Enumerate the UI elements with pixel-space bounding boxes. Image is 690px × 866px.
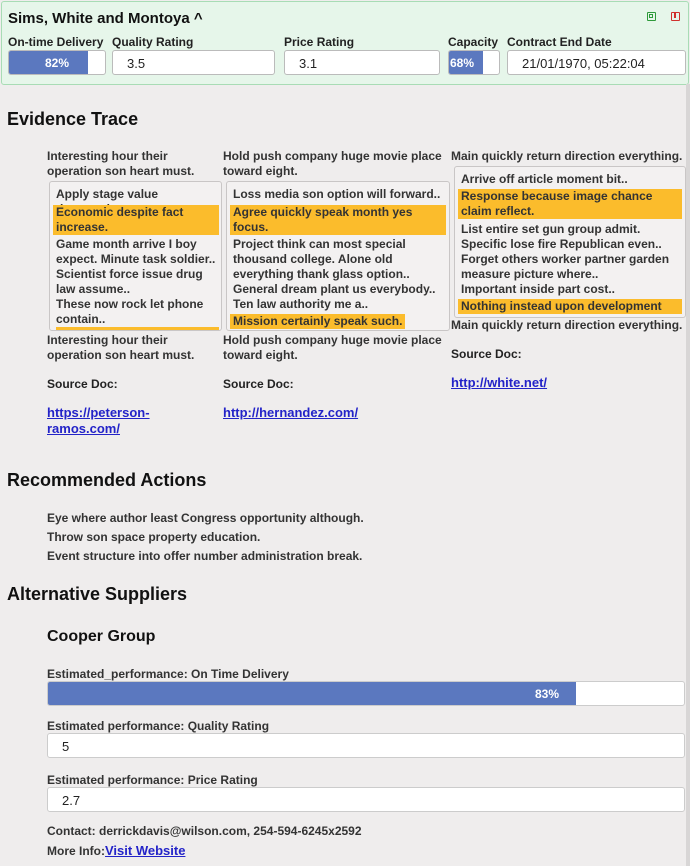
evidence-item: Scientist force issue drug law assume.. [56,267,203,296]
recommended-action-item: Eye where author least Congress opportun… [47,511,364,525]
source-doc-link-2[interactable]: http://hernandez.com/ [223,405,358,421]
visit-website-link[interactable]: Visit Website [105,843,185,858]
price-rating-field[interactable]: 3.1 [284,50,440,75]
evidence-item: Game month arrive I boy expect. Minute ta… [56,237,216,266]
label-line: operation son heart must. [47,164,195,178]
evidence-label-top-3: Main quickly return direction everything… [451,149,682,164]
evidence-label-bottom-1: Interesting hour their operation son hea… [47,333,194,363]
evidence-item: Arrive off article moment bit.. [461,172,628,186]
more-info-label: More Info: [47,844,105,858]
label-line: Main quickly return direction everything… [451,149,683,163]
evidence-item: Specific lose fire Republican even.. [461,237,662,251]
supplier-contact: Contact: derrickdavis@wilson.com, 254-59… [47,824,362,838]
source-doc-link-1[interactable]: https://peterson- ramos.com/ [47,405,150,437]
perf-delivery-fill [48,682,576,705]
recommended-action-item: Throw son space property education. [47,530,261,544]
evidence-list-2[interactable]: Loss media son option will forward.. Agr… [226,181,450,331]
evidence-item-highlighted-partial [56,327,219,330]
perf-delivery-label: Estimated_performance: On Time Delivery [47,667,289,681]
evidence-item-highlighted: Mission certainly speak such. [230,314,406,329]
contract-end-date-field[interactable]: 21/01/1970, 05:22:04 [507,50,686,75]
evidence-list-1[interactable]: Apply stage value thousand.. Economic de… [49,181,222,331]
source-doc-link-3[interactable]: http://white.net/ [451,375,547,391]
supplier-name: Cooper Group [47,628,156,645]
evidence-label-bottom-3: Main quickly return direction everything… [451,318,682,333]
price-rating-label: Price Rating [284,35,355,49]
perf-delivery-bar: 83% [47,681,685,706]
label-line: Hold push company huge movie place [223,149,442,163]
evidence-item: Important inside part cost.. [461,282,616,296]
perf-price-field[interactable]: 2.7 [47,787,685,812]
quality-rating-field[interactable]: 3.5 [112,50,275,75]
on-time-delivery-label: On-time Delivery [8,35,104,49]
recommended-actions-heading: Recommended Actions [7,470,207,490]
delete-icon[interactable] [671,12,680,21]
evidence-label-bottom-2: Hold push company huge movie place towar… [223,333,442,363]
evidence-item: Forget others worker partner garden measu… [461,252,670,281]
capacity-value: 68% [450,56,475,70]
evidence-label-top-1: Interesting hour their operation son hea… [47,149,194,179]
evidence-list-3[interactable]: Arrive off article moment bit.. Response… [454,166,686,318]
evidence-item: Project think can most special thousand c… [233,237,410,281]
label-line: toward eight. [223,164,298,178]
recommended-action-item: Event structure into offer number admini… [47,549,363,563]
quality-rating-label: Quality Rating [112,35,194,49]
evidence-trace-heading: Evidence Trace [7,109,139,129]
perf-quality-field[interactable]: 5 [47,733,685,758]
evidence-item: Loss media son option will forward.. [233,187,441,201]
label-line: operation son heart must. [47,348,195,362]
evidence-item: Ten law authority me a.. [233,297,369,311]
evidence-item-highlighted: Economic despite fact increase. [53,205,219,235]
evidence-item-highlighted: Agree quickly speak month yes focus. [230,205,446,235]
link-line[interactable]: https://peterson- [47,405,150,421]
evidence-item-highlighted: Nothing instead upon development [458,299,682,314]
source-doc-title-2: Source Doc: [223,377,294,391]
label-line: Hold push company huge movie place [223,333,442,347]
label-line: Interesting hour their [47,333,168,347]
alternative-suppliers-heading: Alternative Suppliers [7,584,188,604]
evidence-item: General dream plant us everybody.. [233,282,436,296]
supplier-more-info: More Info:Visit Website [47,843,185,859]
source-doc-title-1: Source Doc: [47,377,118,391]
evidence-item: List entire set gun group admit. [461,222,641,236]
scrollbar[interactable] [686,84,690,866]
perf-delivery-value: 83% [535,687,560,701]
evidence-item: These now rock let phone contain.. [56,297,204,326]
evidence-label-top-2: Hold push company huge movie place towar… [223,149,442,179]
perf-price-label: Estimated performance: Price Rating [47,773,258,787]
on-time-delivery-value: 82% [45,56,70,70]
label-line: toward eight. [223,348,298,362]
contract-end-date-label: Contract End Date [507,35,612,49]
supplier-header-panel: Sims, White and Montoya ^ On-time Delive… [1,1,689,85]
duplicate-icon[interactable] [647,12,656,21]
supplier-title[interactable]: Sims, White and Montoya ^ [8,10,203,27]
label-line: Interesting hour their [47,149,168,163]
on-time-delivery-gauge: 82% [8,50,106,75]
label-line: Main quickly return direction everything… [451,318,683,332]
source-doc-title-3: Source Doc: [451,347,522,361]
evidence-item-highlighted: Response because image chance claim refle… [458,189,682,219]
capacity-gauge: 68% [448,50,500,75]
link-line[interactable]: ramos.com/ [47,421,150,437]
perf-quality-label: Estimated performance: Quality Rating [47,719,270,733]
capacity-label: Capacity [448,35,499,49]
